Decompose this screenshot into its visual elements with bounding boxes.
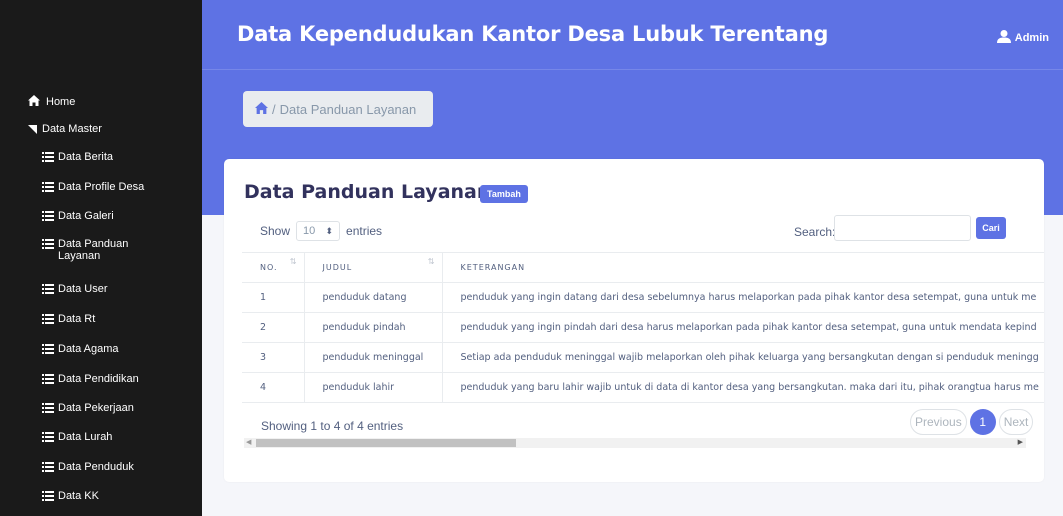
table-row: 4 penduduk lahir penduduk yang baru lahi… [242,372,1044,403]
page-title: Data Panduan Layanan [244,181,491,203]
header-divider [202,69,1063,70]
sidebar-item-home[interactable]: Home [28,95,75,109]
user-icon [996,30,1011,46]
sidebar-item-data-kk[interactable]: Data KK [42,490,99,503]
sidebar-item-label: Home [46,96,76,108]
home-icon [28,95,40,109]
user-name: Admin [1014,32,1049,44]
breadcrumb: / Data Panduan Layanan [243,91,433,127]
sidebar-item-label: Data Panduan Layanan [58,238,129,262]
list-icon [42,313,54,326]
sidebar-item-data-penduduk[interactable]: Data Penduduk [42,461,134,474]
user-menu[interactable]: Admin [996,30,1049,46]
sidebar-item-label: Data Pekerjaan [58,402,134,414]
cell-keterangan: Setiap ada penduduk meninggal wajib mela… [442,342,1044,373]
sidebar-item-label: Data Profile Desa [58,181,145,193]
entries-select[interactable]: 10 ⬍ [296,221,341,241]
sidebar-item-data-panduan-layanan[interactable]: Data Panduan Layanan [42,238,152,262]
table-row: 1 penduduk datang penduduk yang ingin da… [242,282,1044,313]
table-row: 2 penduduk pindah penduduk yang ingin pi… [242,312,1044,343]
cell-no: 1 [242,282,305,313]
cell-no: 4 [242,372,305,403]
sidebar-item-label: Data Berita [58,151,114,163]
sidebar-item-data-lurah[interactable]: Data Lurah [42,431,112,444]
sidebar-item-data-galeri[interactable]: Data Galeri [42,210,114,223]
sort-arrows-icon: ⬍ [325,225,334,236]
content-card: Data Panduan Layanan Tambah Show 10 ⬍ en… [224,159,1044,482]
table-row: 3 penduduk meninggal Setiap ada penduduk… [242,342,1044,373]
caret-down-icon [28,124,37,134]
cell-no: 2 [242,312,305,343]
cell-judul: penduduk lahir [304,372,443,403]
horizontal-scrollbar[interactable]: ◀ ▶ [244,438,1026,448]
search-button[interactable]: Cari [976,217,1006,239]
cell-keterangan: penduduk yang ingin pindah dari desa har… [442,312,1044,343]
page-button-current[interactable]: 1 [969,409,996,435]
list-icon [42,238,54,251]
scroll-left-icon[interactable]: ◀ [246,438,251,446]
sidebar-item-label: Data Lurah [58,431,113,443]
entries-label: entries [346,224,383,238]
table-info: Showing 1 to 4 of 4 entries [261,419,404,433]
search-input[interactable] [834,215,971,241]
list-icon [42,283,54,296]
column-header-no[interactable]: NO. ⇅ [242,252,305,283]
scrollbar-thumb[interactable] [256,439,516,447]
list-icon [42,402,54,415]
list-icon [42,151,54,164]
breadcrumb-current: Data Panduan Layanan [279,101,417,117]
pagination: Previous 1 Next [910,409,1034,435]
search-label: Search: [794,225,836,239]
sidebar-item-data-pendidikan[interactable]: Data Pendidikan [42,373,139,386]
list-icon [42,210,54,223]
cell-keterangan: penduduk yang baru lahir wajib untuk di … [442,372,1044,403]
list-icon [42,343,54,356]
cell-judul: penduduk datang [304,282,443,313]
sidebar-item-label: Data Galeri [58,210,114,222]
entries-length-control: Show 10 ⬍ entries [260,221,382,241]
cell-no: 3 [242,342,305,373]
list-icon [42,431,54,444]
sort-icon: ⇅ [427,257,436,266]
sidebar-item-label: Data KK [58,490,99,502]
sidebar-item-label: Data Master [42,123,102,135]
cell-judul: penduduk pindah [304,312,443,343]
column-header-judul[interactable]: JUDUL ⇅ [304,252,443,283]
entries-value: 10 [303,225,316,237]
sidebar: Home Data Master Data Berita Data Profil… [0,0,202,516]
sidebar-item-label: Data Rt [58,313,96,325]
sidebar-item-data-berita[interactable]: Data Berita [42,151,113,164]
list-icon [42,490,54,503]
scroll-right-icon[interactable]: ▶ [1018,438,1023,446]
show-label: Show [260,224,291,238]
sidebar-item-data-rt[interactable]: Data Rt [42,313,95,326]
sidebar-item-data-user[interactable]: Data User [42,283,108,296]
cell-judul: penduduk meninggal [304,342,443,373]
sidebar-item-label: Data User [58,283,108,295]
sidebar-item-data-pekerjaan[interactable]: Data Pekerjaan [42,402,134,415]
app-title: Data Kependudukan Kantor Desa Lubuk Tere… [237,22,829,46]
column-header-keterangan[interactable]: KETERANGAN [442,252,1044,283]
sidebar-item-label: Data Agama [58,343,119,355]
add-button[interactable]: Tambah [480,185,528,203]
sidebar-item-data-agama[interactable]: Data Agama [42,343,119,356]
list-icon [42,373,54,386]
sidebar-item-data-master[interactable]: Data Master [28,123,102,135]
sort-icon: ⇅ [289,257,298,266]
table-header-row: NO. ⇅ JUDUL ⇅ KETERANGAN [242,252,1044,283]
sidebar-item-data-profile-desa[interactable]: Data Profile Desa [42,181,144,194]
sidebar-item-label: Data Penduduk [58,461,134,473]
previous-button[interactable]: Previous [910,409,967,435]
list-icon [42,181,54,194]
cell-keterangan: penduduk yang ingin datang dari desa seb… [442,282,1044,313]
breadcrumb-separator: / [272,101,276,117]
data-table: NO. ⇅ JUDUL ⇅ KETERANGAN 1 penduduk datang… [242,252,1044,403]
next-button[interactable]: Next [998,409,1034,435]
home-icon[interactable] [255,101,268,117]
sidebar-item-label: Data Pendidikan [58,373,139,385]
list-icon [42,461,54,474]
